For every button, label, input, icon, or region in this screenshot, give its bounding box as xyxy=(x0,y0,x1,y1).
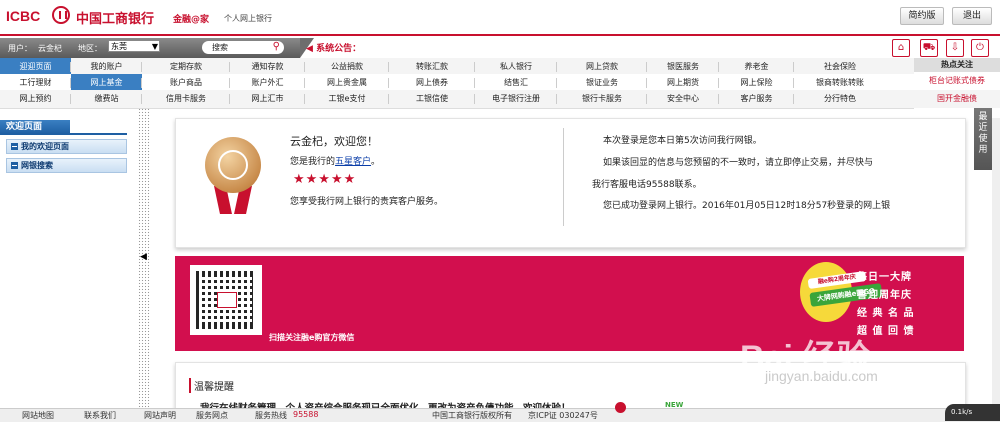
sidebar-item-my-welcome[interactable]: 我的欢迎页面 xyxy=(6,139,127,154)
simple-version-button[interactable]: 简约版 xyxy=(900,7,944,25)
footer-link-sitemap[interactable]: 网站地图 xyxy=(22,410,54,421)
hot-topics-title: 热点关注 xyxy=(914,58,1000,72)
recent-used-tab[interactable]: 最近使用 xyxy=(974,108,992,170)
speaker-icon: ◀ xyxy=(306,44,313,54)
greeting: 云金杞，欢迎您！ xyxy=(290,135,378,148)
sidebar-item-search[interactable]: 网银搜索 xyxy=(6,158,127,173)
bank-name: 中国工商银行 xyxy=(76,12,155,27)
nav-row-3: 网上预约 缴费站 信用卡服务 网上汇市 工银e支付 工银信使 电子银行注册 银行卡服务 安全中心… xyxy=(0,90,914,109)
cart-icon[interactable]: ⛟ xyxy=(920,39,938,57)
tip-title: 温馨提醒 xyxy=(189,378,234,393)
medal-logo xyxy=(218,150,248,180)
nav-item-3-3[interactable]: 信用卡服务 xyxy=(142,90,230,108)
search-input[interactable]: 搜索 ⚲ xyxy=(202,41,284,54)
network-speed: 0.1k/s xyxy=(945,404,1000,421)
footer-link-statement[interactable]: 网站声明 xyxy=(144,410,176,421)
home-icon[interactable]: ⌂ xyxy=(892,39,910,57)
level-suffix: 。 xyxy=(371,157,381,167)
footer-icp[interactable]: 京ICP证 030247号 xyxy=(528,410,598,421)
nav-item-3-4[interactable]: 网上汇市 xyxy=(230,90,305,108)
subtitle: 个人网上银行 xyxy=(224,14,272,23)
slogan: 金融@家 xyxy=(173,15,210,25)
nav-item-3-1[interactable]: 网上预约 xyxy=(0,90,71,108)
login-success: 您已成功登录网上银行。2016年01月05日12时18分57秒登录的网上银 xyxy=(603,201,891,211)
level-prefix: 您是我行的 xyxy=(290,157,336,167)
security-badge-icon[interactable] xyxy=(615,402,626,413)
scrollbar[interactable] xyxy=(992,118,1000,408)
hot-link-bond[interactable]: 柜台记账式债券 xyxy=(914,72,1000,90)
chevron-down-icon: ▼ xyxy=(151,42,158,51)
nav-item-3-6[interactable]: 工银信使 xyxy=(389,90,475,108)
power-icon[interactable]: ⏻ xyxy=(971,39,989,57)
nav-item-3-10[interactable]: 客户服务 xyxy=(719,90,794,108)
baidu-watermark-url: jingyan.baidu.com xyxy=(765,368,878,384)
card-divider xyxy=(563,128,564,226)
search-icon[interactable]: ⚲ xyxy=(273,40,280,53)
star-rating: ★★★★★ xyxy=(293,172,357,187)
icbc-logo-icon xyxy=(52,6,70,24)
nav-item-3-7[interactable]: 电子银行注册 xyxy=(475,90,557,108)
footer-hotline-label: 服务热线 xyxy=(255,411,287,420)
level-link[interactable]: 五星客户 xyxy=(335,157,371,167)
search-placeholder: 搜索 xyxy=(212,43,228,52)
user-label: 用户： xyxy=(8,44,32,53)
sidebar-item-label: 我的欢迎页面 xyxy=(21,142,69,151)
vip-text: 您享受我行网上银行的贵宾客户服务。 xyxy=(290,197,444,207)
nav-item-3-8[interactable]: 银行卡服务 xyxy=(557,90,647,108)
nav-item-3-11[interactable]: 分行特色 xyxy=(794,90,886,108)
warning-line-2: 我行客服电话95588联系。 xyxy=(592,180,702,190)
collapse-sidebar-icon[interactable]: ◀ xyxy=(140,252,147,262)
warning-line-1: 如果该回显的信息与您预留的不一致时，请立即停止交易，并尽快与 xyxy=(603,158,874,168)
logout-button[interactable]: 退出 xyxy=(952,7,992,25)
promo-line-3: 经 典 名 品 xyxy=(857,308,915,319)
sidebar-divider xyxy=(0,133,127,135)
region-select[interactable]: 东莞 ▼ xyxy=(108,40,160,52)
customer-level: 您是我行的五星客户。 xyxy=(290,154,380,167)
download-icon[interactable]: ⇩ xyxy=(946,39,964,57)
recent-used-label: 最近使用 xyxy=(978,112,988,155)
region-value: 东莞 xyxy=(111,42,127,51)
footer-link-contact[interactable]: 联系我们 xyxy=(84,410,116,421)
nav-item-3-5[interactable]: 工银e支付 xyxy=(305,90,389,108)
user-name: 云金杞 xyxy=(38,44,62,53)
login-count: 本次登录是您本日第5次访问我行网银。 xyxy=(603,136,762,146)
sidebar-item-label: 网银搜索 xyxy=(21,161,53,170)
collapse-icon xyxy=(11,162,18,169)
system-notice-label: 系统公告： xyxy=(316,44,362,54)
promo-line-2: 喜迎周年庆 xyxy=(857,290,912,301)
system-notice[interactable]: ◀ 系统公告： xyxy=(306,41,361,54)
qr-logo-icon xyxy=(217,292,237,308)
collapse-icon xyxy=(11,143,18,150)
nav-item-3-2[interactable]: 缴费站 xyxy=(71,90,142,108)
promo-line-1: 每日一大牌 xyxy=(857,272,912,283)
banner-caption: 扫描关注融e购官方微信 xyxy=(269,333,355,342)
footer-copyright: 中国工商银行版权所有 xyxy=(432,411,512,420)
footer-link-branches[interactable]: 服务网点 xyxy=(196,410,228,421)
footer-hotline-number: 95588 xyxy=(293,410,319,419)
sidebar-title[interactable]: 欢迎页面 xyxy=(0,120,70,134)
nav-item-3-9[interactable]: 安全中心 xyxy=(647,90,719,108)
hot-link-cdb[interactable]: 国开金融债 xyxy=(914,90,1000,108)
region-label: 地区： xyxy=(78,44,102,53)
icbc-logo-text: ICBC xyxy=(6,8,41,24)
